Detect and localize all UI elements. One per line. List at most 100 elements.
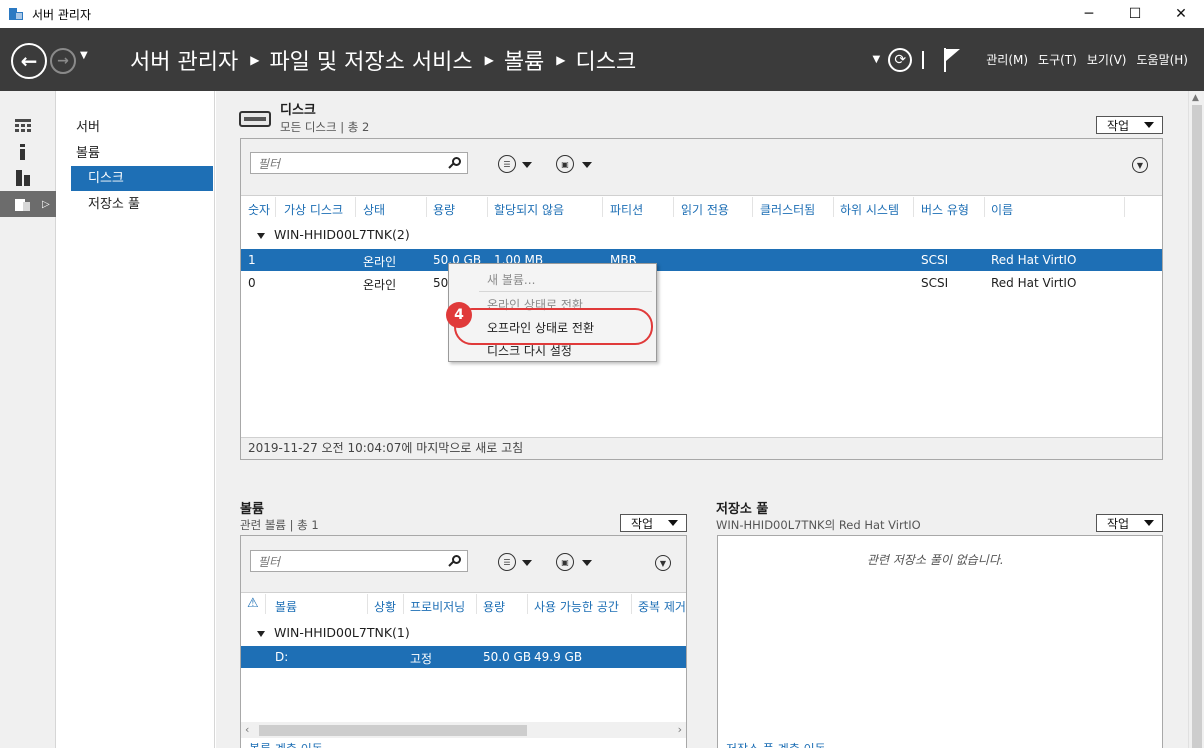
maximize-button[interactable]: ☐ — [1112, 0, 1158, 28]
menu-tools[interactable]: 도구(T) — [1038, 51, 1077, 68]
save-query-caret-icon[interactable] — [582, 162, 592, 168]
expand-chevron-icon[interactable]: ▷ — [42, 199, 50, 210]
minimize-button[interactable]: ─ — [1066, 0, 1112, 28]
breadcrumb-volumes[interactable]: 볼륨 — [504, 44, 544, 76]
scrollbar-thumb[interactable] — [259, 725, 527, 736]
disks-panel: 필터 ☰ ▣ ▼ 숫자 가상 디스크 상태 용량 할당되지 않음 파티션 읽기 … — [240, 138, 1163, 460]
save-query-icon[interactable]: ▣ — [556, 155, 574, 173]
expand-toggle-icon[interactable]: ▼ — [1132, 157, 1148, 173]
notification-flag-icon[interactable] — [944, 47, 961, 72]
header-bar: ← → ▼ 서버 관리자 ▶ 파일 및 저장소 서비스 ▶ 볼륨 ▶ 디스크 ▼… — [0, 28, 1204, 91]
history-dropdown-icon[interactable]: ▼ — [80, 50, 88, 61]
breadcrumb: 서버 관리자 ▶ 파일 및 저장소 서비스 ▶ 볼륨 ▶ 디스크 — [130, 44, 636, 76]
list-options-caret-icon[interactable] — [522, 560, 532, 566]
menu-view[interactable]: 보기(V) — [1087, 51, 1127, 68]
rail-file-storage[interactable]: ▷ — [0, 191, 56, 217]
col-volume[interactable]: 볼륨 — [275, 598, 297, 615]
volumes-column-headers: ⚠ 볼륨 상황 프로비저닝 용량 사용 가능한 공간 중복 제거 — [241, 594, 686, 618]
table-row[interactable]: 1 온라인 50.0 GB 1.00 MB MBR SCSI Red Hat V… — [241, 249, 1162, 271]
col-capacity[interactable]: 용량 — [433, 201, 455, 218]
volumes-horizontal-scrollbar[interactable]: ‹ › — [241, 722, 686, 738]
col-name[interactable]: 이름 — [991, 201, 1013, 218]
breadcrumb-file-storage[interactable]: 파일 및 저장소 서비스 — [269, 44, 472, 76]
col-number[interactable]: 숫자 — [248, 201, 270, 218]
subnav-item-servers[interactable]: 서버 — [71, 115, 213, 140]
rail-all-servers[interactable] — [0, 165, 56, 191]
all-servers-icon — [14, 170, 32, 186]
subnav-item-storage-pools[interactable]: 저장소 풀 — [71, 192, 213, 217]
cell-bus: SCSI — [921, 276, 949, 290]
col-bus-type[interactable]: 버스 유형 — [921, 201, 969, 218]
dropdown-caret-icon — [1144, 122, 1154, 128]
menu-item-new-volume[interactable]: 새 볼륨... — [487, 271, 535, 288]
disks-group-label: WIN-HHID00L7TNK(2) — [274, 227, 410, 242]
col-dedup[interactable]: 중복 제거 — [638, 598, 686, 615]
scroll-left-icon[interactable]: ‹ — [245, 723, 249, 736]
table-row[interactable]: 0 온라인 50. SCSI Red Hat VirtIO — [241, 272, 1162, 294]
col-health[interactable]: 상황 — [374, 598, 396, 615]
table-row[interactable]: D: 고정 50.0 GB 49.9 GB — [241, 646, 686, 668]
list-options-caret-icon[interactable] — [522, 162, 532, 168]
col-subsystem[interactable]: 하위 시스템 — [840, 201, 899, 218]
refresh-dropdown-icon[interactable]: ▼ — [873, 54, 881, 65]
step-badge: 4 — [446, 302, 472, 328]
header-divider — [922, 50, 925, 69]
list-options-icon[interactable]: ☰ — [498, 553, 516, 571]
volumes-group-header[interactable]: WIN-HHID00L7TNK(1) — [257, 625, 410, 647]
subnav-item-volumes[interactable]: 볼륨 — [71, 141, 213, 166]
volumes-task-button[interactable]: 작업 — [620, 514, 687, 532]
warning-icon[interactable]: ⚠ — [247, 596, 259, 611]
col-provisioning[interactable]: 프로비저닝 — [410, 598, 465, 615]
pools-task-button[interactable]: 작업 — [1096, 514, 1163, 532]
breadcrumb-disks: 디스크 — [575, 50, 637, 75]
server-manager-icon — [8, 6, 24, 22]
breadcrumb-server-manager[interactable]: 서버 관리자 — [130, 44, 238, 76]
breadcrumb-separator-icon: ▶ — [484, 53, 494, 67]
col-capacity[interactable]: 용량 — [483, 598, 505, 615]
dropdown-caret-icon — [1144, 520, 1154, 526]
scroll-right-icon[interactable]: › — [678, 723, 682, 736]
volumes-title: 볼륨 — [240, 502, 264, 517]
volumes-subtitle: 관련 볼륨 | 총 1 — [240, 518, 319, 532]
back-arrow-icon[interactable]: ← — [11, 43, 47, 79]
main-vertical-scrollbar[interactable]: ▲ — [1188, 91, 1204, 748]
collapse-triangle-icon[interactable] — [257, 232, 265, 239]
expand-toggle-icon[interactable]: ▼ — [655, 555, 671, 571]
breadcrumb-separator-icon: ▶ — [556, 53, 566, 67]
save-query-caret-icon[interactable] — [582, 560, 592, 566]
col-unallocated[interactable]: 할당되지 않음 — [494, 201, 564, 218]
rail-local-server[interactable] — [0, 139, 56, 165]
forward-arrow-icon[interactable]: → — [50, 48, 76, 74]
volumes-bottom-link[interactable]: 볼륨 계층 이동 — [249, 740, 323, 748]
list-options-icon[interactable]: ☰ — [498, 155, 516, 173]
dashboard-icon — [14, 118, 32, 134]
cell-provisioning: 고정 — [410, 652, 433, 666]
refresh-icon[interactable]: ⟳ — [888, 47, 913, 72]
file-storage-icon — [14, 196, 32, 212]
disks-column-headers: 숫자 가상 디스크 상태 용량 할당되지 않음 파티션 읽기 전용 클러스터됨 … — [241, 197, 1162, 221]
disks-task-button[interactable]: 작업 — [1096, 116, 1163, 134]
menu-manage[interactable]: 관리(M) — [986, 51, 1028, 68]
subnav-item-disks[interactable]: 디스크 — [71, 166, 213, 191]
col-clustered[interactable]: 클러스터됨 — [760, 201, 815, 218]
volumes-filter-input[interactable]: 필터 — [250, 550, 468, 572]
col-partition[interactable]: 파티션 — [610, 201, 643, 218]
scroll-up-icon[interactable]: ▲ — [1192, 93, 1199, 103]
search-icon[interactable] — [448, 157, 461, 169]
pools-bottom-link[interactable]: 저장소 풀 계층 이동 — [726, 740, 826, 748]
scrollbar-thumb[interactable] — [1192, 105, 1202, 748]
rail-dashboard[interactable] — [0, 113, 56, 139]
collapse-triangle-icon[interactable] — [257, 630, 265, 637]
col-virtual-disk[interactable]: 가상 디스크 — [284, 201, 343, 218]
col-status[interactable]: 상태 — [363, 201, 385, 218]
menu-help[interactable]: 도움말(H) — [1136, 51, 1188, 68]
col-read-only[interactable]: 읽기 전용 — [681, 201, 729, 218]
disks-group-header[interactable]: WIN-HHID00L7TNK(2) — [257, 227, 410, 249]
search-icon[interactable] — [448, 555, 461, 567]
close-button[interactable]: ✕ — [1158, 0, 1204, 28]
save-query-icon[interactable]: ▣ — [556, 553, 574, 571]
disks-subtitle: 모든 디스크 | 총 2 — [280, 120, 370, 134]
disks-filter-input[interactable]: 필터 — [250, 152, 468, 174]
breadcrumb-separator-icon: ▶ — [250, 53, 260, 67]
col-free-space[interactable]: 사용 가능한 공간 — [534, 598, 619, 615]
